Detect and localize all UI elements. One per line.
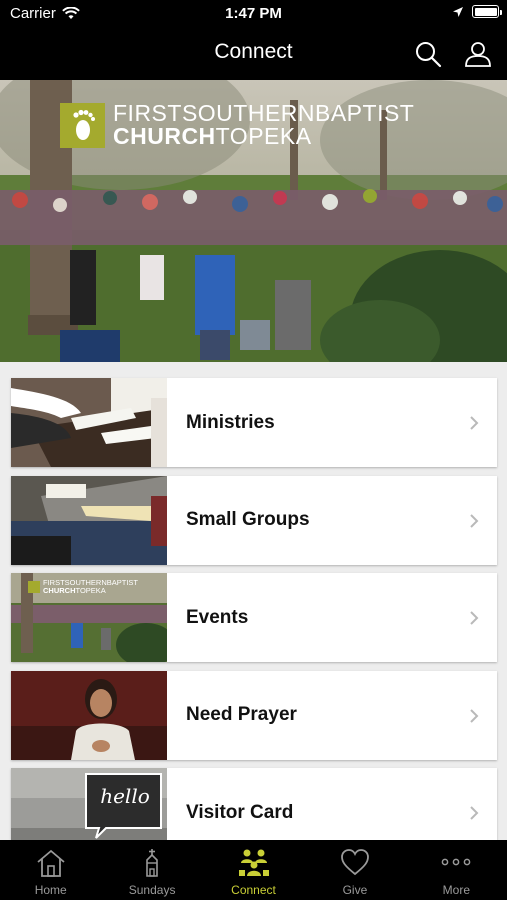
tab-home[interactable]: Home [0,840,101,900]
tab-give[interactable]: Give [304,840,405,900]
chevron-right-icon [470,416,479,430]
tab-bar: Home Sundays Connect Give More [0,840,507,900]
chevron-right-icon [470,806,479,820]
people-group-icon [238,849,269,876]
logo-church-word: CHURCH [113,123,216,149]
ministries-thumbnail [11,378,167,467]
list-item-small-groups[interactable]: Small Groups [11,475,497,565]
tab-connect[interactable]: Connect [203,840,304,900]
item-label: Events [186,606,249,628]
events-logo-topeka-word: TOPEKA [75,585,106,595]
chevron-right-icon [470,513,479,528]
list-item-ministries[interactable]: Ministries [11,378,497,467]
connect-list: Ministries Small Groups FIRSTSOUTHERNBAP… [11,378,497,866]
list-item-events[interactable]: FIRSTSOUTHERNBAPTIST CHURCHTOPEKA Events [11,573,497,662]
home-icon [37,849,65,877]
item-label: Small Groups [186,509,310,530]
logo-topeka-word: TOPEKA [215,123,312,149]
events-thumbnail: FIRSTSOUTHERNBAPTIST CHURCHTOPEKA [11,573,167,662]
need-prayer-thumbnail [11,670,167,760]
tab-label: Connect [231,883,276,897]
status-time: 1:47 PM [225,5,282,22]
tab-label: Home [34,883,67,897]
more-dots-icon [441,858,471,866]
location-arrow-icon [453,6,463,17]
list-item-need-prayer[interactable]: Need Prayer [11,670,497,760]
status-bar: Carrier 1:47 PM [0,0,507,28]
hello-bubble-text: hello [100,784,150,808]
tab-label: More [442,883,470,897]
battery-icon [472,5,502,18]
chevron-right-icon [470,708,479,723]
footprint-logo-icon [60,102,105,148]
events-logo-church-word: CHURCH [43,585,76,595]
logo-line-1: FIRSTSOUTHERNBAPTIST [113,100,415,126]
tab-more[interactable]: More [406,840,507,900]
item-label: Need Prayer [186,704,297,725]
nav-bar: Connect [0,28,507,80]
tab-label: Give [342,883,368,897]
chevron-right-icon [470,611,479,625]
hero-banner: FIRSTSOUTHERNBAPTIST CHURCHTOPEKA [0,80,507,362]
item-label: Ministries [186,411,275,433]
church-logo: FIRSTSOUTHERNBAPTIST CHURCHTOPEKA [60,102,414,148]
small-groups-thumbnail [11,475,167,565]
church-icon [146,849,158,877]
search-icon[interactable] [413,39,443,69]
tab-sundays[interactable]: Sundays [101,840,202,900]
heart-icon [341,849,369,876]
profile-icon[interactable] [463,39,493,69]
item-label: Visitor Card [186,801,294,823]
tab-label: Sundays [128,883,176,897]
